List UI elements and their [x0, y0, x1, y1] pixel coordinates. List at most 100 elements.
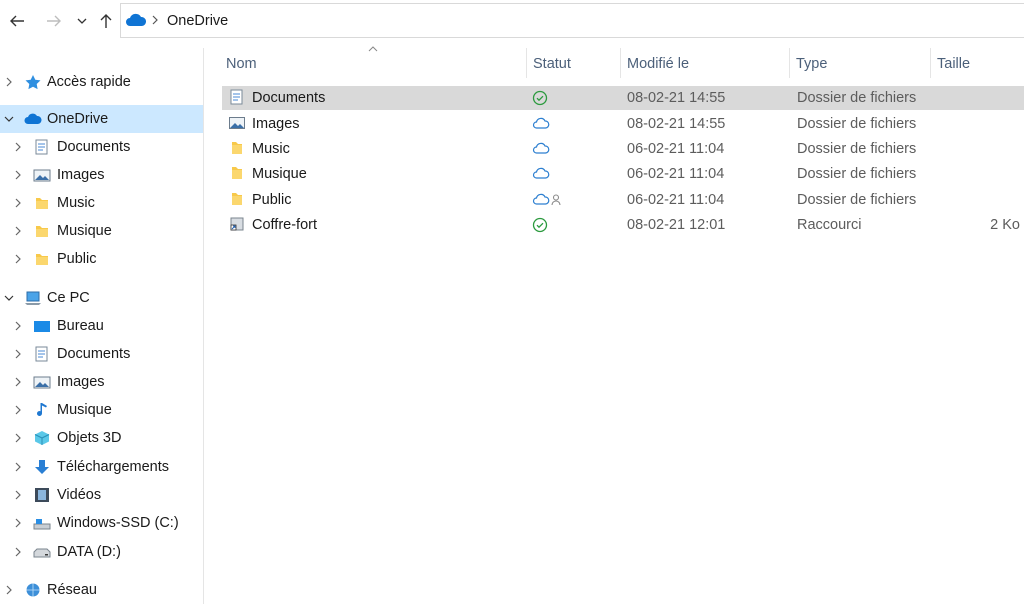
network-icon: [26, 583, 40, 597]
drive-icon: [33, 519, 51, 530]
column-header-status[interactable]: Statut: [527, 48, 620, 78]
cloud-icon: [24, 113, 42, 124]
images-folder-icon: [33, 376, 51, 389]
document-folder-icon: [230, 89, 243, 105]
chevron-right-icon[interactable]: [3, 584, 15, 596]
sidebar-item-windows-ssd[interactable]: Windows-SSD (C:): [0, 509, 203, 537]
sidebar-item-label: Musique: [57, 402, 112, 418]
chevron-right-icon[interactable]: [12, 320, 24, 332]
file-type: Dossier de fichiers: [797, 166, 917, 182]
navigation-pane: Accès rapide OneDrive Documents Images M…: [0, 48, 204, 604]
forward-button[interactable]: [42, 9, 66, 33]
document-folder-icon: [35, 346, 48, 362]
sidebar-item-label: Vidéos: [57, 487, 102, 503]
drive-icon: [33, 548, 51, 558]
chevron-down-icon[interactable]: [3, 292, 15, 304]
folder-icon: [36, 198, 48, 209]
file-type: Raccourci: [797, 217, 862, 233]
sidebar-item-label: Réseau: [47, 582, 97, 598]
modified-date: 08-02-21 14:55: [627, 116, 726, 132]
folder-icon: [232, 142, 242, 154]
sidebar-item-label: Téléchargements: [57, 459, 170, 475]
table-row[interactable]: Musique 06-02-21 11:04 Dossier de fichie…: [222, 162, 1024, 186]
sidebar-item-onedrive-documents[interactable]: Documents: [0, 133, 203, 161]
sidebar-item-label: DATA (D:): [57, 544, 121, 560]
sidebar-item-onedrive-musique[interactable]: Musique: [0, 217, 203, 245]
sidebar-item-pc-documents[interactable]: Documents: [0, 340, 203, 368]
sidebar-item-label: Ce PC: [47, 290, 90, 306]
sidebar-item-label: Music: [57, 195, 95, 211]
chevron-right-icon[interactable]: [12, 197, 24, 209]
chevron-right-icon[interactable]: [3, 76, 15, 88]
file-name: Musique: [252, 166, 307, 182]
back-button[interactable]: [5, 9, 29, 33]
sidebar-item-label: Public: [57, 251, 97, 267]
document-folder-icon: [35, 139, 48, 155]
sidebar-item-objets-3d[interactable]: Objets 3D: [0, 424, 203, 452]
sidebar-item-onedrive[interactable]: OneDrive: [0, 105, 203, 133]
sidebar-item-label: OneDrive: [47, 111, 109, 127]
sidebar-item-telechargements[interactable]: Téléchargements: [0, 453, 203, 481]
modified-date: 08-02-21 14:55: [627, 90, 726, 106]
up-button[interactable]: [94, 9, 118, 33]
sidebar-item-pc-musique[interactable]: Musique: [0, 396, 203, 424]
column-header-name[interactable]: Nom: [220, 48, 526, 78]
address-bar[interactable]: OneDrive: [120, 3, 1024, 38]
breadcrumb-separator-icon: [152, 15, 158, 25]
sidebar-item-onedrive-music[interactable]: Music: [0, 189, 203, 217]
images-folder-icon: [33, 169, 51, 182]
file-type: Dossier de fichiers: [797, 192, 917, 208]
download-arrow-icon: [35, 460, 49, 474]
breadcrumb-onedrive[interactable]: OneDrive: [167, 13, 228, 29]
chevron-right-icon[interactable]: [12, 348, 24, 360]
modified-date: 08-02-21 12:01: [627, 217, 726, 233]
chevron-right-icon[interactable]: [12, 253, 24, 265]
chevron-right-icon[interactable]: [12, 432, 24, 444]
sidebar-item-reseau[interactable]: Réseau: [0, 576, 203, 604]
table-row[interactable]: Public 06-02-21 11:04 Dossier de fichier…: [222, 188, 1024, 212]
desktop-icon: [34, 321, 50, 332]
computer-icon: [25, 291, 41, 305]
file-name: Public: [252, 192, 292, 208]
chevron-right-icon[interactable]: [12, 404, 24, 416]
chevron-right-icon[interactable]: [12, 489, 24, 501]
chevron-right-icon[interactable]: [12, 141, 24, 153]
folder-icon: [36, 226, 48, 237]
column-header-size[interactable]: Taille: [931, 48, 1024, 78]
sync-check-icon: [532, 90, 548, 106]
file-type: Dossier de fichiers: [797, 116, 917, 132]
column-header-modified[interactable]: Modifié le: [621, 48, 789, 78]
file-name: Images: [252, 116, 300, 132]
chevron-right-icon[interactable]: [12, 376, 24, 388]
chevron-down-icon[interactable]: [3, 113, 15, 125]
column-header-type[interactable]: Type: [790, 48, 930, 78]
sidebar-item-ce-pc[interactable]: Ce PC: [0, 284, 203, 312]
table-row[interactable]: Documents 08-02-21 14:55 Dossier de fich…: [222, 86, 1024, 110]
sidebar-item-acces-rapide[interactable]: Accès rapide: [0, 68, 203, 96]
recent-locations-button[interactable]: [70, 9, 94, 33]
cube-icon: [34, 431, 50, 445]
sidebar-item-onedrive-images[interactable]: Images: [0, 161, 203, 189]
chevron-right-icon[interactable]: [12, 517, 24, 529]
chevron-right-icon[interactable]: [12, 546, 24, 558]
music-note-icon: [37, 403, 47, 416]
star-icon: [25, 75, 41, 90]
forward-arrow-icon: [47, 15, 61, 27]
navigation-bar: OneDrive: [0, 0, 1024, 42]
chevron-right-icon[interactable]: [12, 169, 24, 181]
table-row[interactable]: Images 08-02-21 14:55 Dossier de fichier…: [222, 112, 1024, 136]
cloud-only-icon: [532, 167, 550, 179]
chevron-right-icon[interactable]: [12, 461, 24, 473]
sidebar-item-onedrive-public[interactable]: Public: [0, 245, 203, 273]
sidebar-item-bureau[interactable]: Bureau: [0, 312, 203, 340]
sidebar-item-videos[interactable]: Vidéos: [0, 481, 203, 509]
table-row[interactable]: Music 06-02-21 11:04 Dossier de fichiers: [222, 137, 1024, 161]
table-row[interactable]: Coffre-fort 08-02-21 12:01 Raccourci 2 K…: [222, 213, 1024, 237]
shortcut-icon: [230, 217, 244, 231]
file-size: 2 Ko: [990, 217, 1020, 233]
chevron-right-icon[interactable]: [12, 225, 24, 237]
sidebar-item-pc-images[interactable]: Images: [0, 368, 203, 396]
sidebar-item-label: Accès rapide: [47, 74, 131, 90]
onedrive-cloud-icon: [126, 13, 147, 26]
sidebar-item-data-d[interactable]: DATA (D:): [0, 538, 203, 566]
